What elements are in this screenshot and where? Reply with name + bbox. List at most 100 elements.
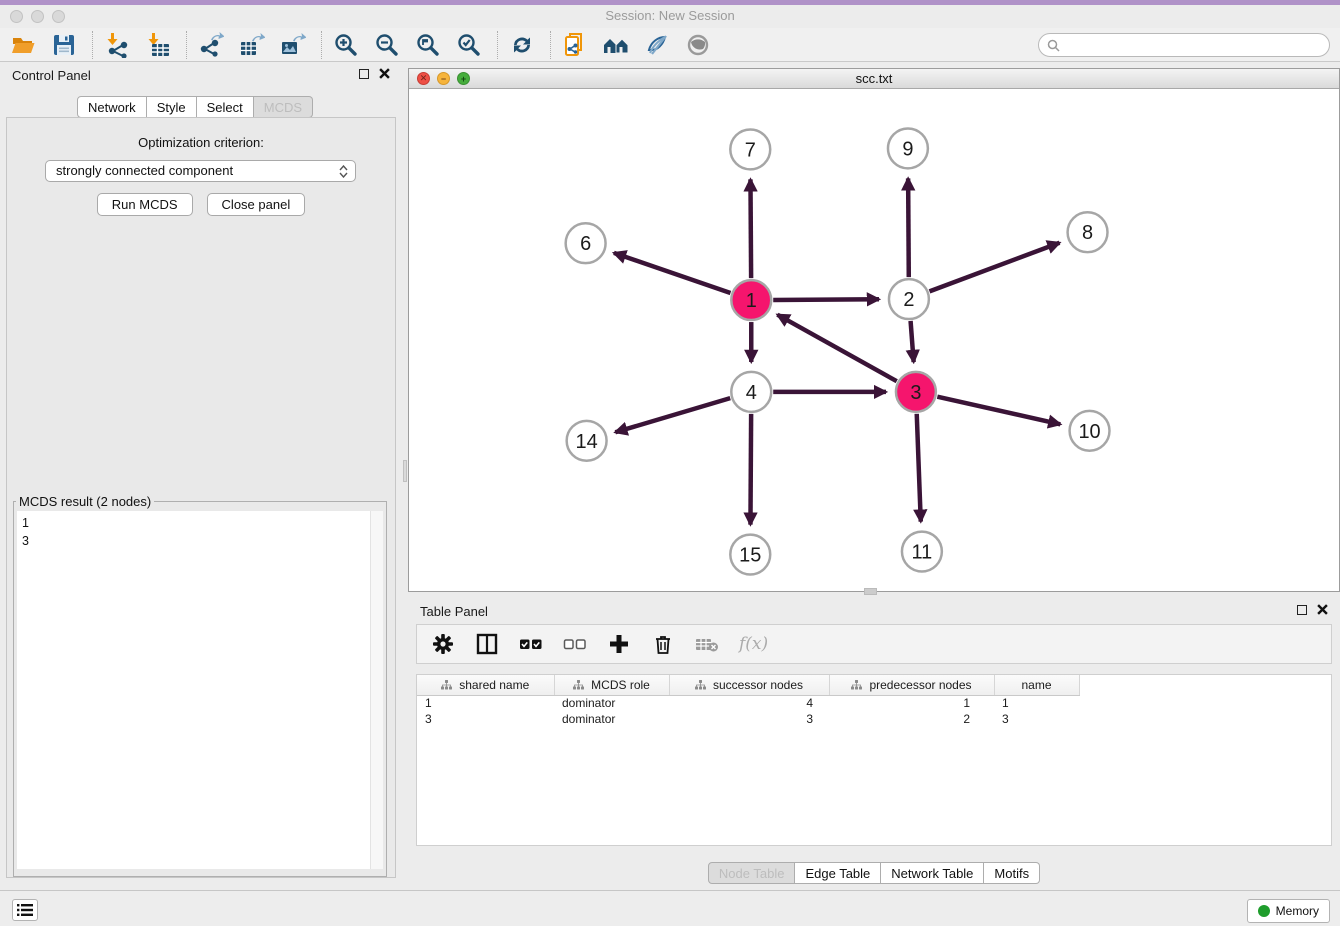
table-cell[interactable]: 2 (829, 711, 994, 727)
tab-style[interactable]: Style (147, 96, 197, 118)
tab-network[interactable]: Network (77, 96, 147, 118)
tab-network-table[interactable]: Network Table (881, 862, 984, 884)
import-network-icon[interactable] (102, 30, 132, 60)
node-table: shared nameMCDS rolesuccessor nodesprede… (416, 674, 1332, 846)
clone-network-icon[interactable] (560, 30, 590, 60)
toolbar-separator (550, 31, 551, 59)
search-input[interactable] (1064, 35, 1329, 55)
mcds-result-text[interactable]: 1 3 (17, 511, 383, 869)
optimization-criterion-label: Optimization criterion: (7, 135, 395, 150)
zoom-selected-icon[interactable] (454, 30, 484, 60)
table-cell[interactable]: 3 (669, 711, 829, 727)
column-header-MCDS-role[interactable]: MCDS role (554, 675, 669, 695)
result-line: 1 (22, 514, 378, 532)
tab-node-table[interactable]: Node Table (708, 862, 796, 884)
tab-motifs[interactable]: Motifs (984, 862, 1040, 884)
column-header-predecessor-nodes[interactable]: predecessor nodes (829, 675, 994, 695)
table-cell[interactable]: dominator (554, 711, 669, 727)
graph-edge-2-9[interactable] (908, 178, 909, 277)
table-row[interactable]: 3dominator323 (417, 711, 1079, 727)
tab-select[interactable]: Select (197, 96, 254, 118)
list-icon (17, 903, 33, 917)
graph-edge-1-7[interactable] (750, 179, 751, 278)
graph-edge-4-14[interactable] (615, 398, 730, 432)
graph-edge-3-1[interactable] (777, 315, 896, 382)
criterion-value: strongly connected component (56, 163, 233, 178)
window-title: Session: New Session (0, 8, 1340, 23)
export-table-icon[interactable] (237, 30, 267, 60)
table-toolbar: f(x) (416, 624, 1332, 664)
column-header-shared-name[interactable]: shared name (417, 675, 554, 695)
result-scrollbar[interactable] (370, 511, 383, 869)
table-tabs: Node Table Edge Table Network Table Moti… (708, 862, 1040, 884)
splitter-grip[interactable] (403, 460, 407, 482)
zoom-out-icon[interactable] (372, 30, 402, 60)
graph-node-label: 1 (746, 290, 757, 312)
table-settings-icon[interactable] (431, 632, 455, 656)
table-cell[interactable]: 4 (669, 695, 829, 711)
network-canvas[interactable]: 7968124314101511 (409, 90, 1339, 591)
column-header-successor-nodes[interactable]: successor nodes (669, 675, 829, 695)
first-neighbors-icon[interactable] (601, 30, 631, 60)
table-cell[interactable]: 3 (994, 711, 1079, 727)
network-graph[interactable]: 7968124314101511 (409, 90, 1339, 591)
float-panel-icon[interactable] (1297, 605, 1307, 615)
control-panel: Control Panel Network Style Select MCDS … (0, 62, 402, 890)
function-builder-icon: f(x) (739, 634, 768, 654)
memory-label: Memory (1276, 904, 1319, 918)
tab-edge-table[interactable]: Edge Table (795, 862, 881, 884)
graph-node-label: 15 (739, 545, 761, 567)
table-cell[interactable]: 3 (417, 711, 554, 727)
tab-mcds[interactable]: MCDS (254, 96, 313, 118)
task-history-button[interactable] (12, 899, 38, 921)
toolbar-separator (497, 31, 498, 59)
horizontal-splitter-grip[interactable] (864, 588, 877, 595)
column-type-icon (573, 680, 584, 690)
table-cell[interactable]: dominator (554, 695, 669, 711)
apply-layout-icon[interactable] (507, 30, 537, 60)
graph-edge-4-15[interactable] (750, 414, 751, 525)
memory-button[interactable]: Memory (1247, 899, 1330, 923)
delete-icon[interactable] (651, 632, 675, 656)
mcds-result-title: MCDS result (2 nodes) (16, 494, 154, 509)
zoom-in-icon[interactable] (331, 30, 361, 60)
run-mcds-button[interactable]: Run MCDS (97, 193, 193, 216)
zoom-fit-icon[interactable] (413, 30, 443, 60)
close-panel-button[interactable]: Close panel (207, 193, 306, 216)
table-cell[interactable]: 1 (829, 695, 994, 711)
select-all-icon[interactable] (519, 632, 543, 656)
graph-edge-3-11[interactable] (917, 414, 921, 522)
search-box[interactable] (1038, 33, 1330, 57)
toggle-panel-icon[interactable] (475, 632, 499, 656)
table-cell[interactable]: 1 (417, 695, 554, 711)
add-column-icon[interactable] (607, 632, 631, 656)
export-network-icon[interactable] (196, 30, 226, 60)
close-panel-icon[interactable] (1317, 604, 1328, 615)
main-toolbar (0, 28, 1340, 62)
table-row[interactable]: 1dominator411 (417, 695, 1079, 711)
import-table-icon[interactable] (143, 30, 173, 60)
table-cell[interactable]: 1 (994, 695, 1079, 711)
graph-edge-1-2[interactable] (773, 299, 879, 300)
graph-edge-3-10[interactable] (937, 397, 1060, 425)
network-titlebar[interactable]: ✕ − + scc.txt (409, 69, 1339, 89)
control-panel-tabs: Network Style Select MCDS (77, 96, 313, 118)
close-panel-icon[interactable] (379, 68, 390, 79)
criterion-select[interactable]: strongly connected component (45, 160, 356, 182)
export-image-icon[interactable] (278, 30, 308, 60)
delete-table-icon (695, 632, 719, 656)
column-type-icon (441, 680, 452, 690)
show-graphics-details-icon[interactable] (642, 30, 672, 60)
birds-eye-view-icon[interactable] (683, 30, 713, 60)
save-session-icon[interactable] (49, 30, 79, 60)
column-header-name[interactable]: name (994, 675, 1079, 695)
network-window: ✕ − + scc.txt 7968124314101511 (408, 68, 1340, 592)
open-session-icon[interactable] (8, 30, 38, 60)
graph-edge-2-3[interactable] (911, 321, 914, 362)
float-panel-icon[interactable] (359, 69, 369, 79)
graph-edge-1-6[interactable] (614, 253, 731, 293)
deselect-all-icon[interactable] (563, 632, 587, 656)
graph-node-label: 2 (903, 289, 914, 311)
graph-edge-2-8[interactable] (929, 243, 1059, 292)
graph-node-label: 8 (1082, 222, 1093, 244)
